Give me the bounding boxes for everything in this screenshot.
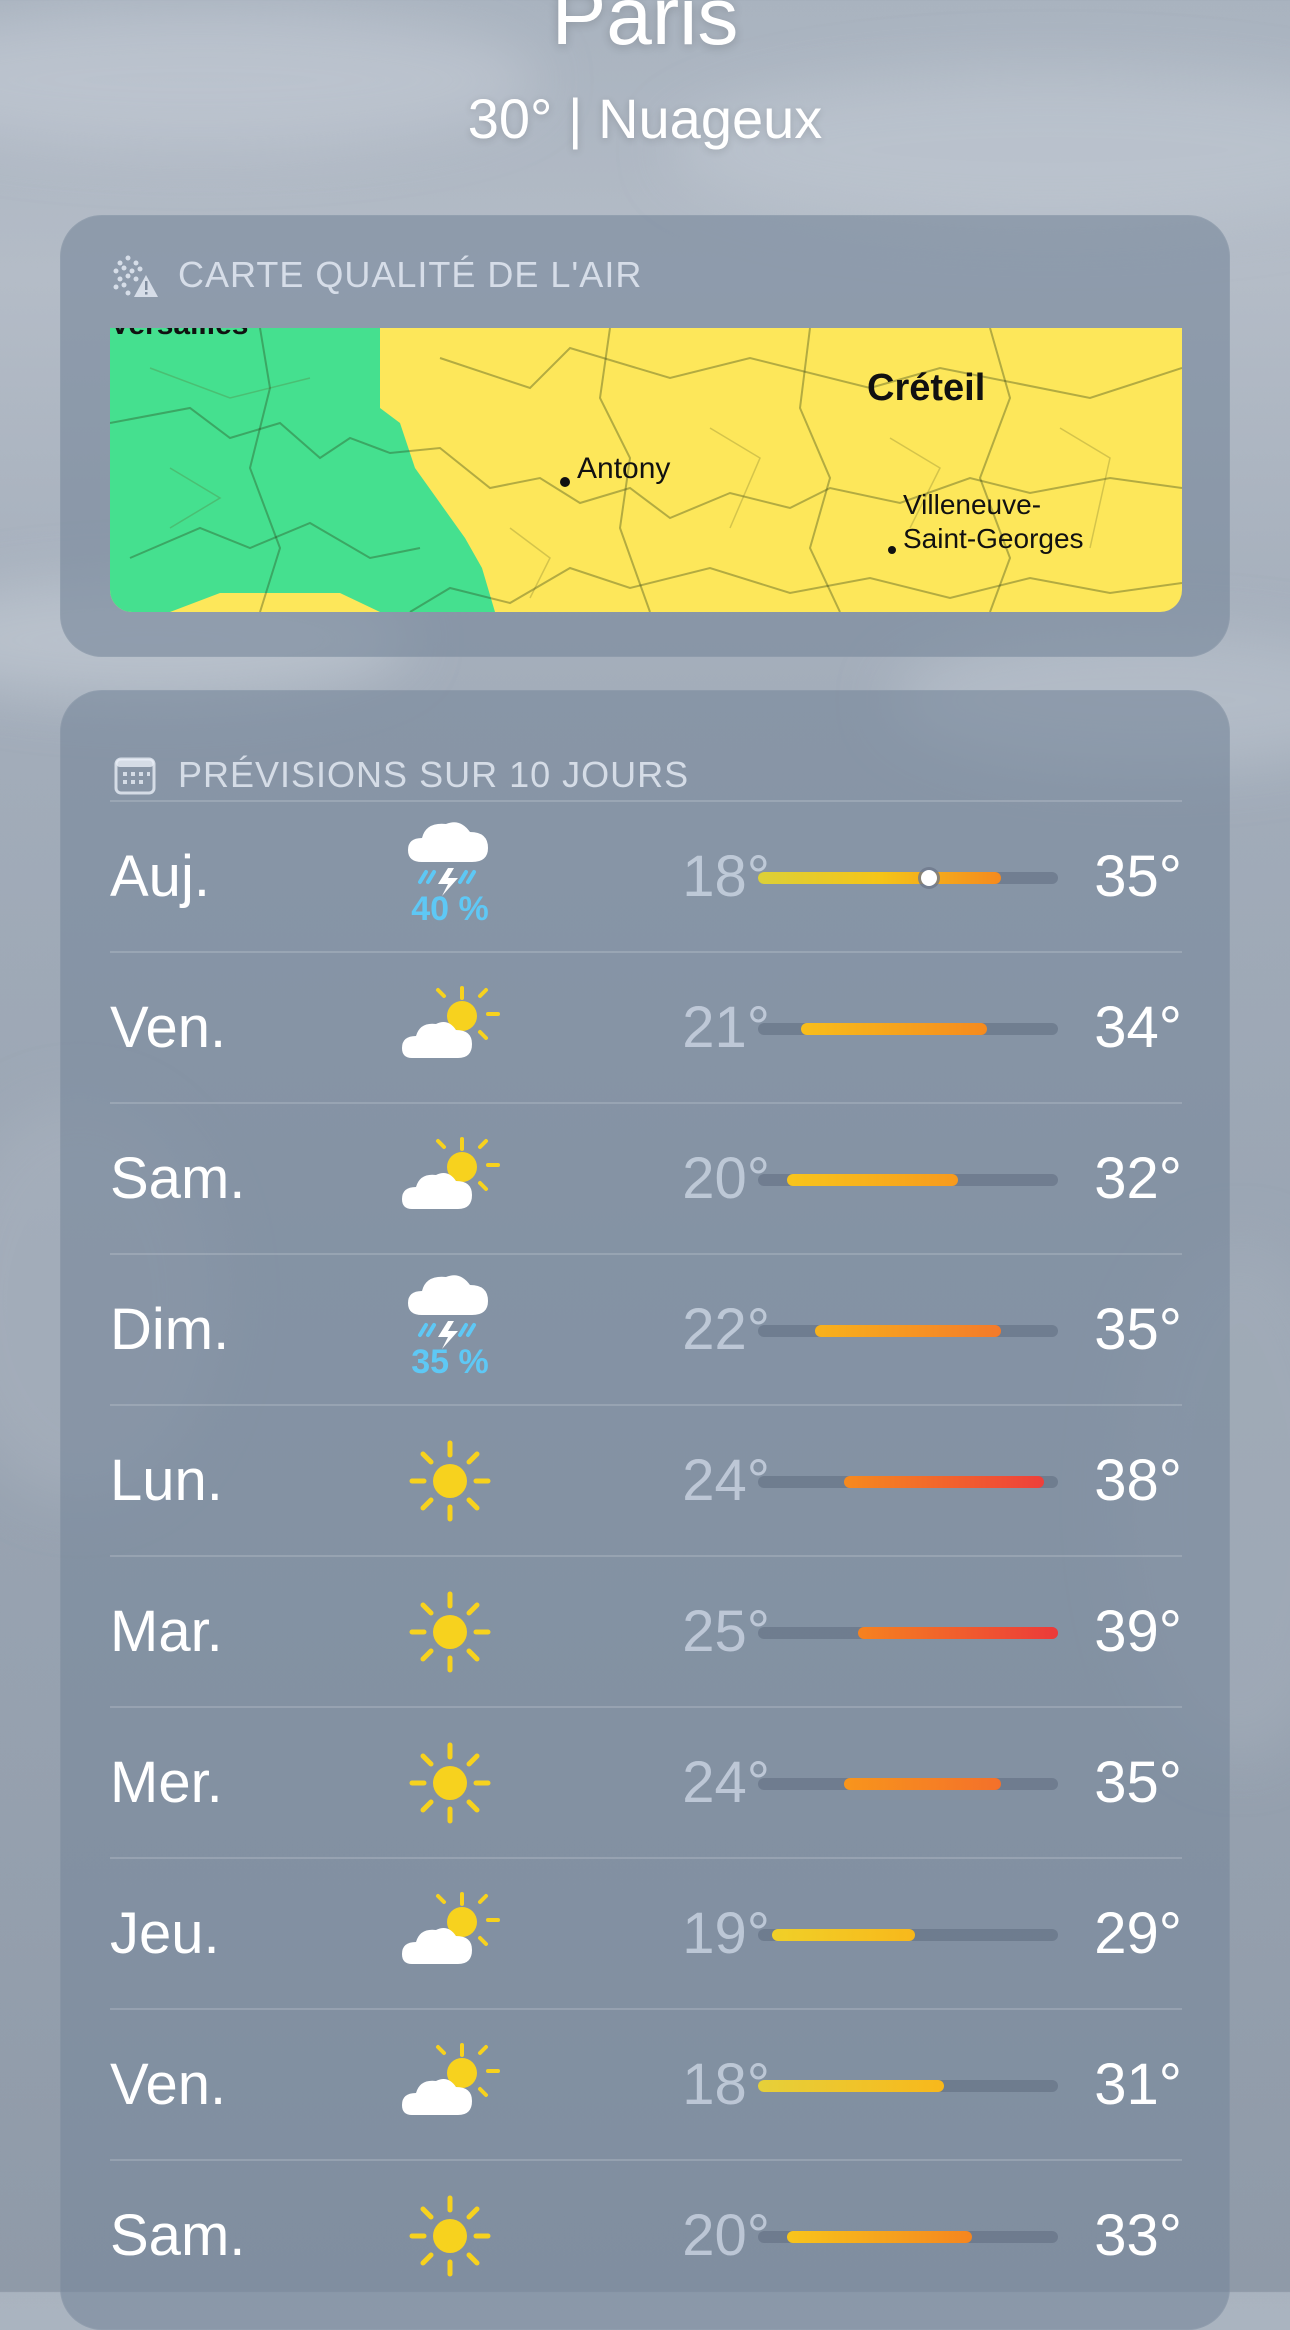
map-label-villeneuve-2: Saint-Georges — [903, 523, 1084, 554]
precip-chance: 35 % — [411, 1343, 489, 1381]
temperature-range-fill — [843, 1476, 1044, 1488]
map-label-villeneuve-1: Villeneuve- — [903, 489, 1041, 520]
temperature-range-fill — [815, 1325, 1001, 1337]
precip-chance: 40 % — [411, 890, 489, 928]
temperature-range-bar — [758, 2231, 1058, 2243]
temperature-range-fill — [843, 1778, 1001, 1790]
temperature-range-fill — [758, 872, 1001, 884]
forecast-high: 39° — [1094, 1599, 1182, 1664]
temperature-range-bar — [758, 1778, 1058, 1790]
forecast-day: Ven. — [110, 995, 227, 1060]
forecast-day: Jeu. — [110, 1901, 220, 1966]
forecast-low: 18° — [682, 2052, 770, 2117]
forecast-row[interactable]: Auj. 40 % 18° 35° — [110, 800, 1182, 952]
forecast-high: 29° — [1094, 1901, 1182, 1966]
temperature-range-fill — [858, 1627, 1058, 1639]
thunderstorm-icon: 35 % — [400, 1255, 500, 1405]
city-name: Paris — [551, 0, 739, 62]
map-label-creteil: Créteil — [867, 367, 985, 409]
forecast-day: Dim. — [110, 1297, 230, 1362]
temperature-range-bar — [758, 1174, 1058, 1186]
forecast-day: Lun. — [110, 1448, 223, 1513]
temperature-range-bar — [758, 2080, 1058, 2092]
temperature-range-bar — [758, 1929, 1058, 1941]
current-conditions: 30° | Nuageux — [467, 87, 823, 150]
forecast-row[interactable]: Jeu. 19° 29° — [110, 1857, 1182, 2009]
forecast-day: Ven. — [110, 2052, 227, 2117]
air-quality-header: CARTE QUALITÉ DE L'AIR — [110, 245, 642, 305]
forecast-high: 31° — [1094, 2052, 1182, 2117]
temperature-range-bar — [758, 1325, 1058, 1337]
forecast-low: 20° — [682, 1146, 770, 1211]
forecast-low: 24° — [682, 1448, 770, 1513]
forecast-row[interactable]: Mer. 24° 35° — [110, 1706, 1182, 1858]
air-quality-map[interactable]: Versailles Créteil Antony Villeneuve- Sa… — [110, 328, 1182, 612]
forecast-row[interactable]: Ven. 21° 34° — [110, 951, 1182, 1103]
forecast-high: 35° — [1094, 1750, 1182, 1815]
forecast-low: 21° — [682, 995, 770, 1060]
forecast-high: 32° — [1094, 1146, 1182, 1211]
partly-sunny-icon — [400, 1104, 500, 1254]
calendar-icon — [110, 749, 162, 801]
forecast-row[interactable]: Sam. 20° 32° — [110, 1102, 1182, 1254]
temperature-range-fill — [786, 1174, 958, 1186]
temperature-range-bar — [758, 870, 1058, 886]
sun-icon — [400, 1708, 500, 1858]
partly-sunny-icon — [400, 1859, 500, 2009]
forecast-low: 25° — [682, 1599, 770, 1664]
forecast-day: Sam. — [110, 1146, 246, 1211]
ten-day-forecast-card[interactable]: PRÉVISIONS SUR 10 JOURS Auj. 40 % 18° 35° Ve… — [60, 690, 1230, 2330]
forecast-row[interactable]: Dim. 35 % 22° 35° — [110, 1253, 1182, 1405]
forecast-low: 18° — [682, 844, 770, 909]
forecast-row[interactable]: Ven. 18° 31° — [110, 2008, 1182, 2160]
forecast-header: PRÉVISIONS SUR 10 JOURS — [110, 745, 689, 805]
temperature-range-fill — [758, 2080, 944, 2092]
map-label-versailles: Versailles — [110, 328, 248, 341]
forecast-row[interactable]: Sam. 20° 33° — [110, 2159, 1182, 2311]
forecast-high: 33° — [1094, 2203, 1182, 2268]
temperature-range-fill — [786, 2231, 973, 2243]
forecast-row[interactable]: Lun. 24° 38° — [110, 1404, 1182, 1556]
forecast-day: Auj. — [110, 844, 210, 909]
air-quality-card[interactable]: CARTE QUALITÉ DE L'AIR Versailles — [60, 215, 1230, 657]
forecast-day: Mer. — [110, 1750, 223, 1815]
temperature-range-fill — [772, 1929, 916, 1941]
forecast-low: 22° — [682, 1297, 770, 1362]
air-quality-warning-icon — [110, 249, 162, 301]
temperature-range-fill — [800, 1023, 987, 1035]
forecast-low: 24° — [682, 1750, 770, 1815]
temperature-range-bar — [758, 1476, 1058, 1488]
temperature-range-bar — [758, 1023, 1058, 1035]
temperature-range-bar — [758, 1627, 1058, 1639]
map-label-antony: Antony — [577, 452, 670, 485]
sun-icon — [400, 2161, 500, 2311]
forecast-low: 20° — [682, 2203, 770, 2268]
forecast-title: PRÉVISIONS SUR 10 JOURS — [178, 754, 690, 795]
sun-icon — [400, 1406, 500, 1556]
partly-sunny-icon — [400, 953, 500, 1103]
forecast-high: 35° — [1094, 1297, 1182, 1362]
sun-icon — [400, 1557, 500, 1707]
partly-sunny-icon — [400, 2010, 500, 2160]
forecast-day: Sam. — [110, 2203, 246, 2268]
forecast-day: Mar. — [110, 1599, 223, 1664]
forecast-high: 35° — [1094, 844, 1182, 909]
forecast-row[interactable]: Mar. 25° 39° — [110, 1555, 1182, 1707]
forecast-low: 19° — [682, 1901, 770, 1966]
forecast-high: 38° — [1094, 1448, 1182, 1513]
forecast-high: 34° — [1094, 995, 1182, 1060]
air-quality-title: CARTE QUALITÉ DE L'AIR — [178, 254, 643, 295]
thunderstorm-icon: 40 % — [400, 802, 500, 952]
